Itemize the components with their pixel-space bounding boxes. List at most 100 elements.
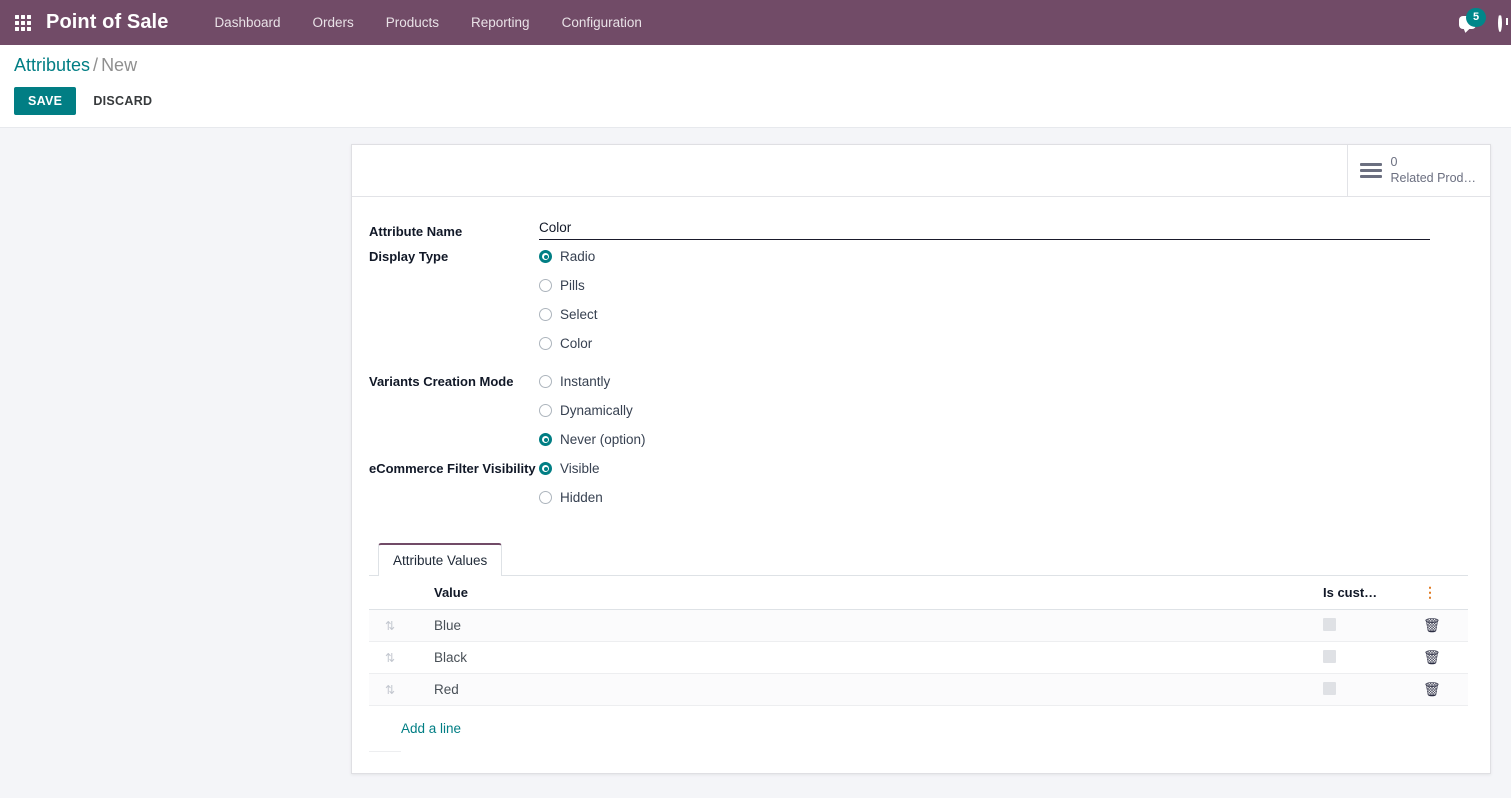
table-row[interactable]: ⇅ Blue 🗑 (369, 609, 1468, 642)
radio-option-pills[interactable]: Pills (539, 271, 1468, 300)
drag-handle-icon[interactable]: ⇅ (369, 652, 401, 664)
row-drag-cell[interactable]: ⇅ (369, 641, 401, 674)
radio-option-visible[interactable]: Visible (539, 454, 1468, 483)
clock-icon (1498, 13, 1508, 32)
radio-indicator[interactable] (539, 279, 552, 292)
radio-indicator[interactable] (539, 308, 552, 321)
add-a-line-link[interactable]: Add a line (401, 713, 461, 744)
tab-panel-attribute-values: Value Is cust… ⋮ ⇅ Blue 🗑 ⇅ Black 🗑 ⇅ Re… (369, 576, 1468, 752)
attribute-name-input[interactable] (539, 217, 1430, 240)
radio-option-dynamically[interactable]: Dynamically (539, 396, 1468, 425)
row-drag-cell[interactable]: ⇅ (369, 673, 401, 706)
radio-label: Never (option) (560, 432, 646, 447)
save-button[interactable]: SAVE (14, 87, 77, 115)
radio-option-instantly[interactable]: Instantly (539, 367, 1468, 396)
messages-count-badge: 5 (1466, 8, 1486, 27)
is-custom-checkbox[interactable] (1323, 617, 1336, 631)
header-value: Value (401, 576, 1323, 610)
nav-item-orders[interactable]: Orders (296, 0, 369, 45)
row-value[interactable]: Red (401, 673, 1323, 706)
header-is-custom: Is cust… (1323, 576, 1423, 610)
attribute-values-table: Value Is cust… ⋮ ⇅ Blue 🗑 ⇅ Black 🗑 ⇅ Re… (369, 576, 1468, 752)
breadcrumb-separator: / (93, 55, 99, 75)
app-brand-title[interactable]: Point of Sale (46, 11, 168, 34)
form-view-container: 0 Related Prod… Attribute Name Display T… (0, 128, 1511, 774)
nav-item-products[interactable]: Products (370, 0, 455, 45)
radio-label: Instantly (560, 374, 611, 389)
radio-option-never[interactable]: Never (option) (539, 425, 1468, 454)
radio-label: Color (560, 336, 593, 351)
row-is-custom-cell[interactable] (1323, 673, 1423, 706)
apps-grid-icon (15, 14, 31, 31)
table-row[interactable]: ⇅ Red 🗑 (369, 673, 1468, 706)
radio-label: Pills (560, 278, 585, 293)
row-is-custom-cell[interactable] (1323, 609, 1423, 642)
label-ecommerce-filter-visibility: eCommerce Filter Visibility (369, 461, 536, 476)
variants-creation-mode-radio-group: Instantly Dynamically Never (option) (539, 367, 1468, 454)
drag-handle-icon[interactable]: ⇅ (369, 620, 401, 632)
main-menu: Dashboard Orders Products Reporting Conf… (198, 0, 657, 45)
label-attribute-name: Attribute Name (369, 224, 463, 239)
table-header-row: Value Is cust… ⋮ (369, 576, 1468, 610)
table-row[interactable]: ⇅ Black 🗑 (369, 641, 1468, 674)
add-line-row[interactable]: Add a line (369, 705, 1468, 752)
radio-indicator[interactable] (539, 462, 552, 475)
row-is-custom-cell[interactable] (1323, 641, 1423, 674)
breadcrumb: Attributes / New (14, 55, 1495, 76)
vertical-dots-icon[interactable]: ⋮ (1423, 585, 1437, 599)
systray: 5 (1448, 0, 1511, 45)
drag-handle-icon[interactable]: ⇅ (369, 684, 401, 696)
ecommerce-filter-visibility-radio-group: Visible Hidden (539, 454, 1468, 512)
radio-label: Radio (560, 249, 596, 264)
discard-button[interactable]: DISCARD (80, 87, 165, 115)
breadcrumb-current: New (101, 55, 138, 75)
radio-indicator[interactable] (539, 433, 552, 446)
apps-menu-button[interactable] (0, 14, 46, 31)
is-custom-checkbox[interactable] (1323, 681, 1336, 695)
add-line-handle-cell (369, 705, 401, 752)
row-drag-cell[interactable]: ⇅ (369, 609, 401, 642)
stat-button-label: Related Prod… (1390, 170, 1476, 185)
row-delete-cell[interactable]: 🗑 (1423, 609, 1468, 642)
trash-icon[interactable]: 🗑 (1423, 681, 1441, 698)
messages-button[interactable]: 5 (1448, 0, 1487, 45)
row-value[interactable]: Black (401, 641, 1323, 674)
radio-option-select[interactable]: Select (539, 300, 1468, 329)
field-variants-creation-mode: Instantly Dynamically Never (option) (539, 367, 1468, 454)
header-handle (369, 576, 401, 610)
radio-option-radio[interactable]: Radio (539, 242, 1468, 271)
label-variants-creation-mode: Variants Creation Mode (369, 374, 514, 389)
radio-option-color[interactable]: Color (539, 329, 1468, 358)
radio-indicator[interactable] (539, 491, 552, 504)
trash-icon[interactable]: 🗑 (1423, 617, 1441, 634)
stat-button-related-products[interactable]: 0 Related Prod… (1346, 145, 1490, 196)
radio-option-hidden[interactable]: Hidden (539, 483, 1468, 512)
row-delete-cell[interactable]: 🗑 (1423, 641, 1468, 674)
radio-indicator[interactable] (539, 337, 552, 350)
control-panel: Attributes / New SAVE DISCARD (0, 45, 1511, 128)
row-delete-cell[interactable]: 🗑 (1423, 673, 1468, 706)
app-root: Point of Sale Dashboard Orders Products … (0, 0, 1511, 798)
form-fields-grid: Attribute Name Display Type Radio (369, 217, 1468, 512)
nav-item-configuration[interactable]: Configuration (546, 0, 658, 45)
tab-attribute-values[interactable]: Attribute Values (378, 543, 503, 576)
row-value[interactable]: Blue (401, 609, 1323, 642)
is-custom-checkbox[interactable] (1323, 649, 1336, 663)
radio-indicator[interactable] (539, 250, 552, 263)
radio-indicator[interactable] (539, 404, 552, 417)
radio-label: Select (560, 307, 598, 322)
trash-icon[interactable]: 🗑 (1423, 649, 1441, 666)
stat-button-text: 0 Related Prod… (1391, 155, 1476, 186)
nav-item-reporting[interactable]: Reporting (455, 0, 546, 45)
field-display-type: Radio Pills Select Color (539, 242, 1468, 367)
breadcrumb-root-link[interactable]: Attributes (14, 55, 90, 75)
form-sheet: 0 Related Prod… Attribute Name Display T… (351, 144, 1491, 774)
radio-indicator[interactable] (539, 375, 552, 388)
activities-button[interactable] (1487, 0, 1509, 45)
notebook: Attribute Values Value Is cust… ⋮ ⇅ Blue… (369, 542, 1468, 752)
form-body: Attribute Name Display Type Radio (352, 197, 1490, 752)
add-line-cell[interactable]: Add a line (401, 706, 1468, 752)
nav-item-dashboard[interactable]: Dashboard (198, 0, 296, 45)
sheet-button-box: 0 Related Prod… (352, 145, 1490, 197)
